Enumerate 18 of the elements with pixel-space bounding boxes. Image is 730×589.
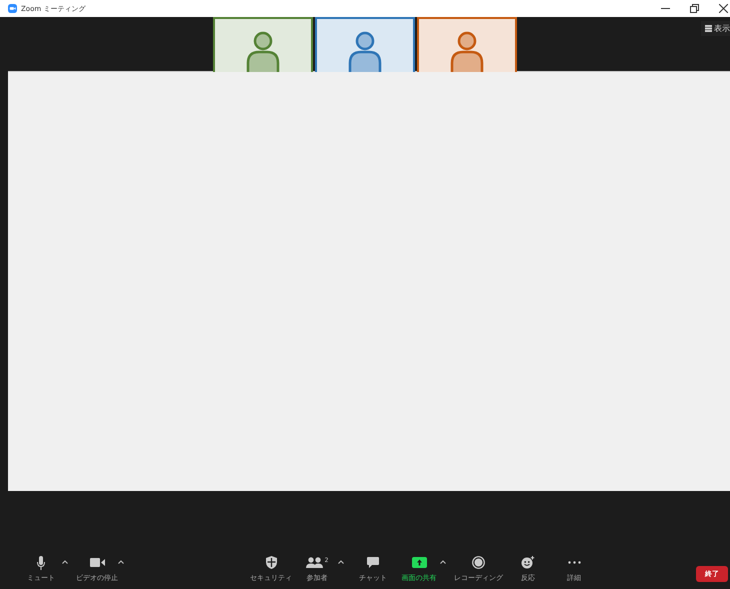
app-logo-icon [8,4,17,13]
record-icon [472,556,485,569]
more-icon [568,561,580,564]
close-icon[interactable] [719,4,728,13]
caret-icon[interactable] [118,560,124,564]
caret-icon[interactable] [62,560,68,564]
share-screen-icon [412,557,426,568]
grid-icon [705,25,712,32]
chat-bubble-icon [367,556,379,568]
caret-icon[interactable] [338,560,344,564]
view-button[interactable]: 表示 [701,21,730,36]
smiley-icon [521,556,535,569]
shield-icon [266,556,276,569]
microphone-icon [37,556,45,570]
caret-icon[interactable] [440,560,446,564]
people-icon [306,557,323,568]
restore-icon[interactable] [690,4,699,13]
video-camera-icon [90,558,104,567]
